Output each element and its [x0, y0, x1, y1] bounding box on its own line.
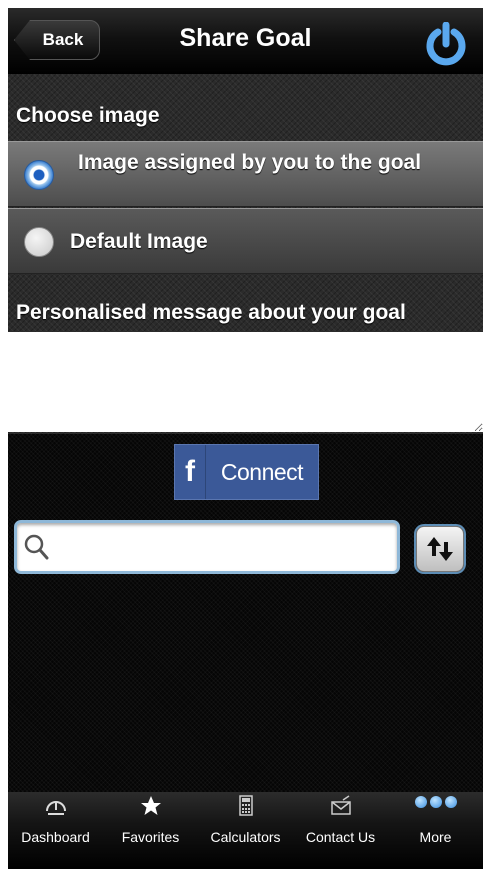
facebook-connect-button[interactable]: f Connect	[174, 444, 319, 500]
calculator-icon	[238, 795, 253, 816]
sort-arrows-icon	[427, 537, 453, 561]
gauge-icon	[45, 801, 66, 815]
radio-selected-icon[interactable]	[24, 160, 54, 190]
tab-calculators-label: Calculators	[210, 829, 281, 845]
star-icon	[140, 796, 161, 815]
image-option-assigned[interactable]: Image assigned by you to the goal	[8, 141, 483, 207]
envelope-icon	[330, 795, 351, 815]
choose-image-heading: Choose image	[16, 104, 160, 127]
facebook-connect-label: Connect	[220, 458, 304, 485]
tab-bar: Dashboard Favorites Calculators Contact …	[8, 792, 483, 869]
personalised-message-field[interactable]	[8, 332, 483, 432]
sort-button[interactable]	[416, 526, 464, 572]
tab-favorites[interactable]: Favorites	[103, 792, 198, 869]
image-option-assigned-label: Image assigned by you to the goal	[78, 151, 422, 174]
search-input[interactable]	[53, 531, 387, 565]
tab-dashboard[interactable]: Dashboard	[8, 792, 103, 869]
facebook-logo-icon: f	[175, 445, 206, 499]
tab-more-label: More	[419, 829, 452, 845]
tab-calculators[interactable]: Calculators	[198, 792, 293, 869]
tab-dashboard-label: Dashboard	[21, 829, 90, 845]
search-icon	[24, 534, 49, 560]
search-field[interactable]	[14, 520, 400, 574]
image-option-default-label: Default Image	[70, 230, 208, 253]
tab-contact-us-label: Contact Us	[305, 829, 376, 845]
message-heading: Personalised message about your goal	[16, 301, 406, 324]
tab-more[interactable]: More	[388, 792, 483, 869]
lower-area: f Connect	[8, 434, 483, 794]
tab-contact-us[interactable]: Contact Us	[293, 792, 388, 869]
tab-favorites-label: Favorites	[121, 829, 180, 845]
radio-unselected-icon[interactable]	[24, 227, 54, 257]
page-title: Share Goal	[179, 24, 312, 52]
power-icon[interactable]	[424, 21, 468, 66]
more-dots-icon	[414, 796, 457, 808]
navigation-bar: Back Share Goal	[8, 8, 483, 75]
image-option-default[interactable]: Default Image	[8, 208, 483, 274]
app-screen: Back Share Goal Choose image Image assig…	[8, 8, 483, 869]
